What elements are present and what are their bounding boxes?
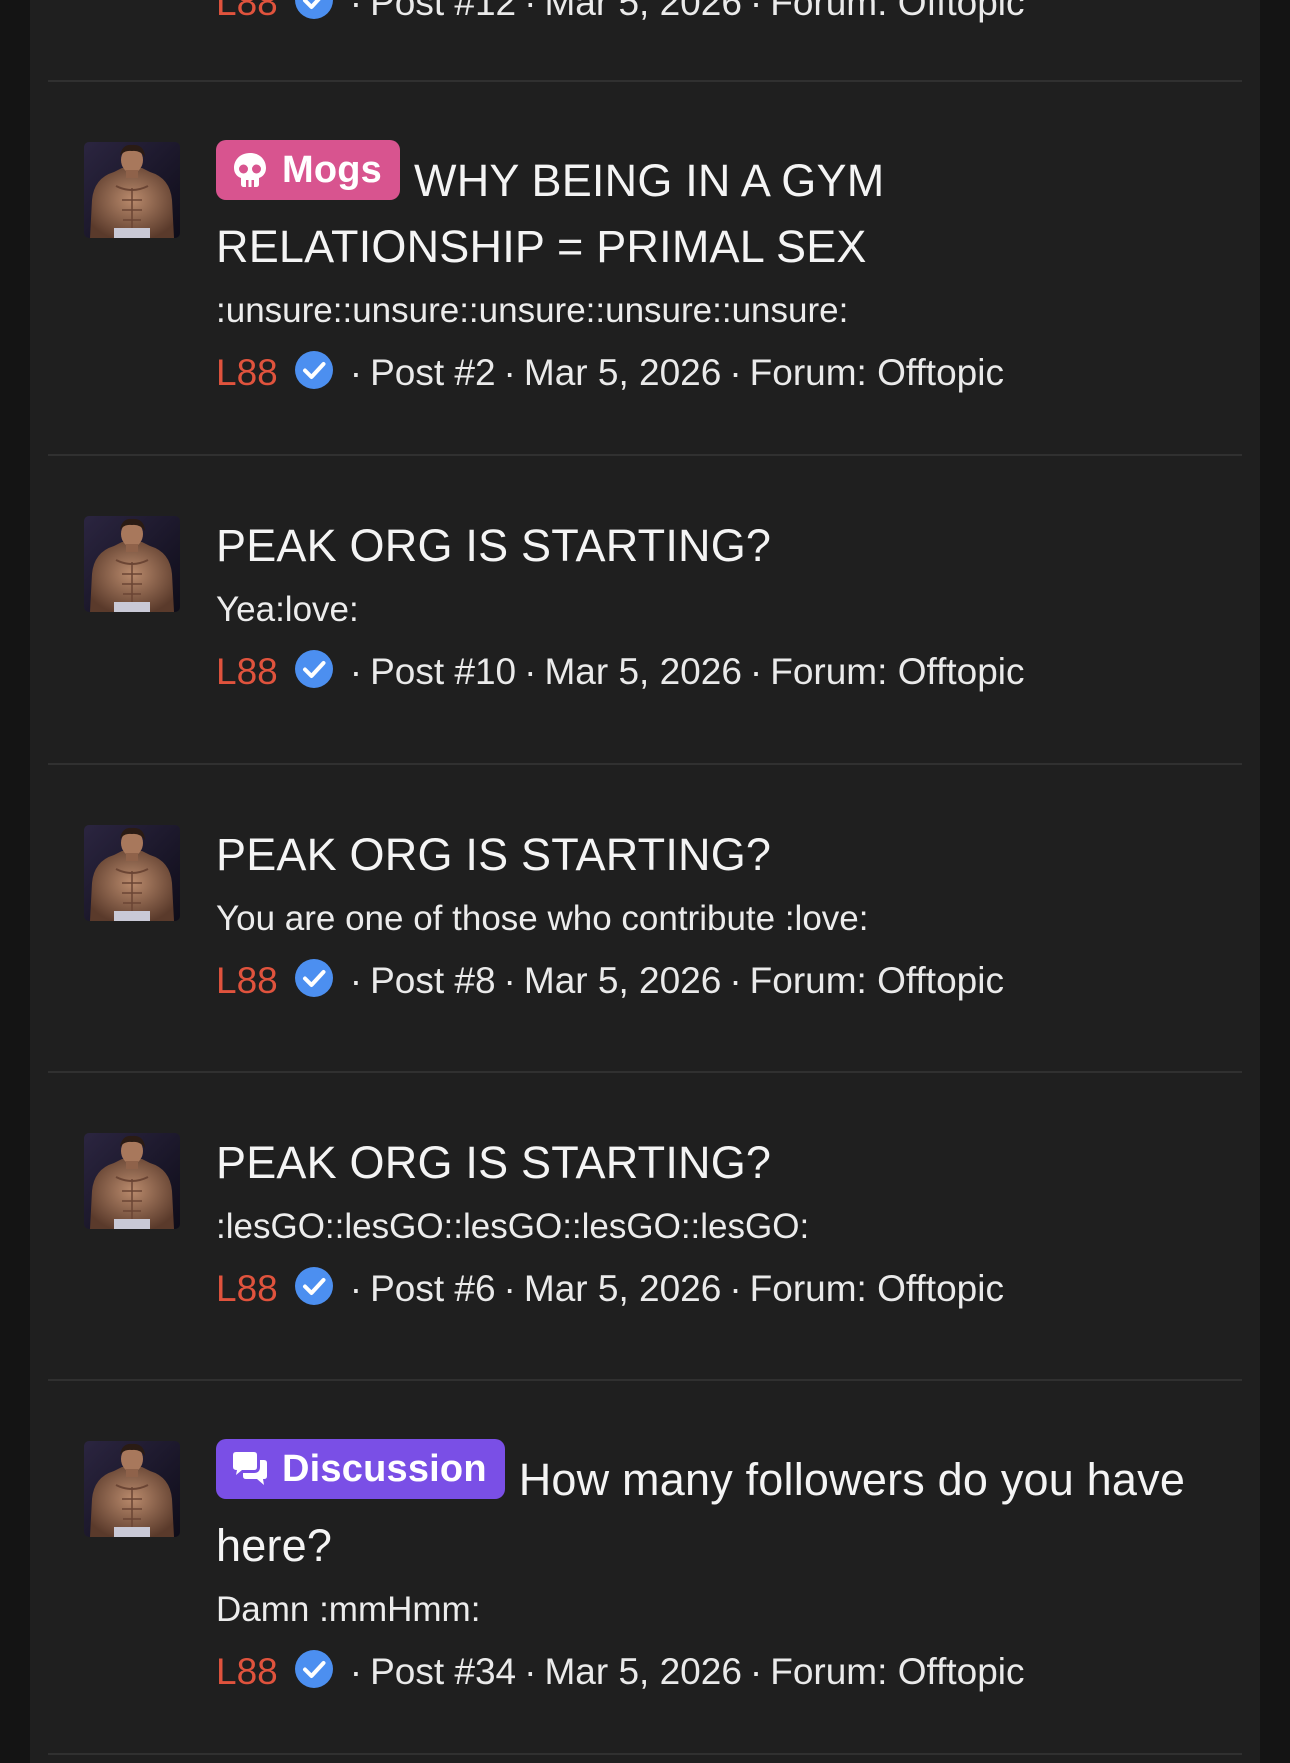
list-item[interactable]: L88 · Post #12 · Mar 5, 2026 · Forum: Offtopic xyxy=(48,0,1242,82)
thread-title[interactable]: PEAK ORG IS STARTING? xyxy=(216,1130,1202,1196)
post-number[interactable]: Post #2 xyxy=(370,352,495,393)
forum-link[interactable]: Forum: Offtopic xyxy=(770,651,1024,692)
prefix-label: Mogs xyxy=(282,149,383,191)
list-item[interactable]: PEAK ORG IS STARTING? Yea:love: L88 · Post… xyxy=(48,456,1242,765)
chat-bubbles-icon xyxy=(230,1449,270,1489)
prefix-badge-mogs[interactable]: Mogs xyxy=(216,140,401,200)
result-meta: L88 · Post #8 · Mar 5, 2026 · Forum: Offtopic xyxy=(216,958,1004,1001)
search-results-panel: L88 · Post #12 · Mar 5, 2026 · Forum: Offtopic… xyxy=(30,0,1260,1763)
username-link[interactable]: L88 xyxy=(216,0,278,23)
verified-check-icon xyxy=(294,1649,334,1689)
verified-check-icon xyxy=(294,350,334,390)
post-date: Mar 5, 2026 xyxy=(544,651,742,692)
skull-icon xyxy=(230,150,270,190)
result-meta: L88 · Post #12 · Mar 5, 2026 · Forum: Offtopic xyxy=(216,0,1202,28)
post-number[interactable]: Post #6 xyxy=(370,1268,495,1309)
username-link[interactable]: L88 xyxy=(216,651,278,692)
list-item[interactable]: Discussion How many followers do you hav… xyxy=(48,1381,1242,1755)
avatar[interactable] xyxy=(84,825,180,921)
result-snippet: :lesGO::lesGO::lesGO::lesGO::lesGO: xyxy=(216,1207,810,1246)
avatar[interactable] xyxy=(84,142,180,238)
result-snippet: Damn :mmHmm: xyxy=(216,1590,481,1629)
prefix-label: Discussion xyxy=(282,1448,487,1490)
thread-title[interactable]: PEAK ORG IS STARTING? xyxy=(216,822,1202,888)
post-number[interactable]: Post #10 xyxy=(370,651,516,692)
list-item[interactable]: Mogs WHY BEING IN A GYM RELATIONSHIP = P… xyxy=(48,82,1242,456)
avatar[interactable] xyxy=(84,1441,180,1537)
verified-check-icon xyxy=(294,649,334,689)
thread-title[interactable]: PEAK ORG IS STARTING? xyxy=(216,513,1202,579)
post-date: Mar 5, 2026 xyxy=(523,352,722,393)
result-meta: L88 · Post #2 · Mar 5, 2026 · Forum: Offtopic xyxy=(216,350,1004,393)
post-number[interactable]: Post #12 xyxy=(370,0,516,23)
verified-check-icon xyxy=(294,0,334,20)
result-meta: L88 · Post #6 · Mar 5, 2026 · Forum: Offtopic xyxy=(216,1266,1004,1309)
thread-title[interactable]: Mogs WHY BEING IN A GYM RELATIONSHIP = P… xyxy=(216,140,1202,280)
username-link[interactable]: L88 xyxy=(216,960,278,1001)
result-snippet: Yea:love: xyxy=(216,590,359,629)
forum-link[interactable]: Forum: Offtopic xyxy=(750,960,1004,1001)
forum-link[interactable]: Forum: Offtopic xyxy=(750,1268,1004,1309)
forum-link[interactable]: Forum: Offtopic xyxy=(750,352,1004,393)
post-date: Mar 5, 2026 xyxy=(523,1268,722,1309)
avatar[interactable] xyxy=(84,1133,180,1229)
results-list: L88 · Post #12 · Mar 5, 2026 · Forum: Offtopic… xyxy=(48,0,1242,1755)
avatar[interactable] xyxy=(84,516,180,612)
result-meta: L88 · Post #10 · Mar 5, 2026 · Forum: Offtopic xyxy=(216,649,1025,692)
prefix-badge-discussion[interactable]: Discussion xyxy=(216,1439,505,1499)
result-snippet: :unsure::unsure::unsure::unsure::unsure: xyxy=(216,291,849,330)
post-date: Mar 5, 2026 xyxy=(544,0,742,23)
forum-link[interactable]: Forum: Offtopic xyxy=(770,1651,1024,1692)
post-date: Mar 5, 2026 xyxy=(544,1651,742,1692)
list-item[interactable]: PEAK ORG IS STARTING? :lesGO::lesGO::les… xyxy=(48,1073,1242,1381)
result-meta: L88 · Post #34 · Mar 5, 2026 · Forum: Offtopic xyxy=(216,1649,1025,1692)
verified-check-icon xyxy=(294,958,334,998)
post-date: Mar 5, 2026 xyxy=(523,960,722,1001)
result-snippet: You are one of those who contribute :lov… xyxy=(216,899,869,938)
list-item[interactable]: PEAK ORG IS STARTING? You are one of tho… xyxy=(48,765,1242,1073)
post-number[interactable]: Post #8 xyxy=(370,960,495,1001)
thread-title[interactable]: Discussion How many followers do you hav… xyxy=(216,1439,1202,1579)
username-link[interactable]: L88 xyxy=(216,1651,278,1692)
forum-link[interactable]: Forum: Offtopic xyxy=(770,0,1024,23)
username-link[interactable]: L88 xyxy=(216,1268,278,1309)
username-link[interactable]: L88 xyxy=(216,352,278,393)
post-number[interactable]: Post #34 xyxy=(370,1651,516,1692)
verified-check-icon xyxy=(294,1266,334,1306)
